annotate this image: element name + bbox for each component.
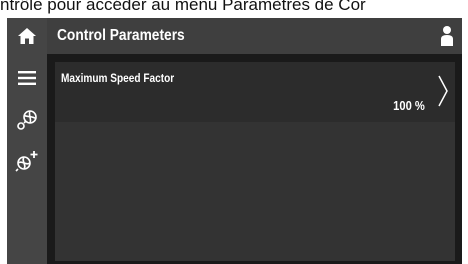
parameter-label: Maximum Speed Factor — [61, 71, 175, 85]
user-button[interactable] — [440, 25, 454, 52]
background-caption-text: ntrôle pour accéder au menu Paramètres d… — [0, 0, 366, 14]
parameter-list: Maximum Speed Factor 100 % — [55, 62, 455, 261]
menu-button[interactable] — [7, 64, 47, 92]
menu-icon — [18, 71, 36, 85]
fan-add-icon — [15, 151, 38, 172]
user-icon — [441, 26, 453, 46]
device-screen: Control Parameters Maximum Speed Factor … — [7, 18, 462, 264]
sidebar — [7, 18, 47, 264]
page-title: Control Parameters — [57, 27, 185, 44]
parameter-row-maximum-speed-factor[interactable]: Maximum Speed Factor 100 % — [55, 62, 455, 122]
chevron-right-icon — [438, 75, 448, 107]
header-bar: Control Parameters — [47, 18, 462, 54]
fan-settings-icon — [17, 110, 37, 130]
home-icon — [18, 28, 36, 44]
fan-add-button[interactable] — [7, 142, 47, 180]
home-button[interactable] — [7, 18, 47, 54]
parameter-value: 100 % — [393, 98, 425, 113]
fan-settings-button[interactable] — [7, 102, 47, 138]
